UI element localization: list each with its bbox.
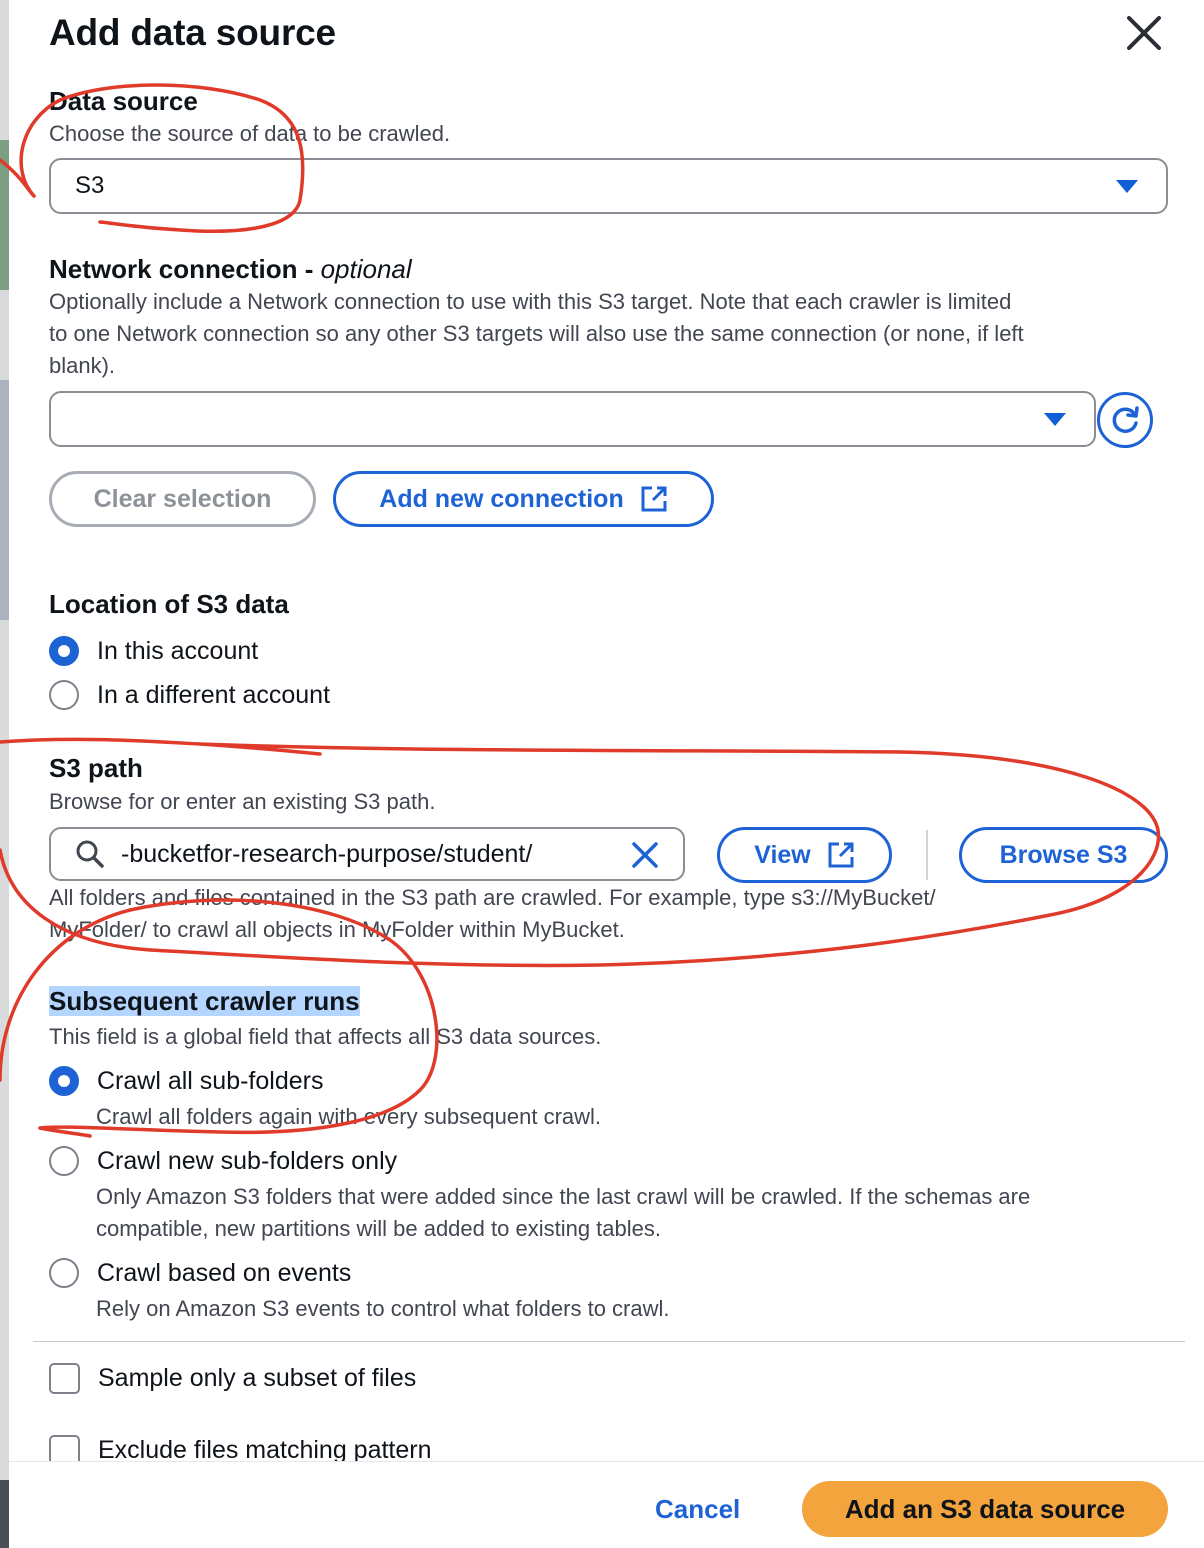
modal-title: Add data source — [49, 12, 336, 53]
radio-label: Crawl new sub-folders only — [97, 1146, 398, 1175]
highlighted-label-text: Subsequent crawler runs — [49, 986, 360, 1016]
data-source-selected-value: S3 — [75, 172, 105, 199]
s3-path-help-line: All folders and files contained in the S… — [49, 885, 936, 910]
radio-sub-description: Crawl all folders again with every subse… — [96, 1104, 602, 1129]
add-data-source-modal: Add data source Data source Choose the s… — [9, 0, 1204, 1548]
radio-label: In a different account — [97, 680, 331, 709]
clear-selection-button[interactable]: Clear selection — [49, 471, 316, 527]
cancel-button[interactable]: Cancel — [655, 1494, 740, 1525]
caret-down-icon — [1044, 413, 1066, 426]
external-link-icon — [641, 486, 667, 512]
browse-s3-button[interactable]: Browse S3 — [959, 827, 1168, 883]
network-description-line: to one Network connection so any other S… — [49, 321, 1024, 346]
close-button[interactable] — [1121, 10, 1167, 56]
radio-label: Crawl all sub-folders — [97, 1066, 324, 1095]
radio-button[interactable] — [49, 680, 79, 710]
s3-path-help-line: MyFolder/ to crawl all objects in MyFold… — [49, 917, 625, 942]
add-new-connection-button[interactable]: Add new connection — [333, 471, 714, 527]
network-description-line: blank). — [49, 353, 116, 378]
radio-sub-description: Only Amazon S3 folders that were added s… — [96, 1184, 1031, 1209]
data-source-label: Data source — [49, 86, 198, 116]
view-button[interactable]: View — [717, 827, 892, 883]
radio-sub-description: Rely on Amazon S3 events to control what… — [96, 1296, 670, 1321]
checkbox-label: Sample only a subset of files — [98, 1364, 417, 1392]
add-new-connection-label: Add new connection — [379, 484, 624, 513]
radio-button-selected[interactable] — [49, 1066, 79, 1096]
caret-down-icon — [1116, 180, 1138, 193]
s3-path-value: -bucketfor-research-purpose/student/ — [121, 839, 533, 868]
radio-crawl-based-on-events[interactable]: Crawl based on events — [49, 1258, 351, 1288]
radio-label: Crawl based on events — [97, 1258, 352, 1287]
network-connection-label: Network connection - optional — [49, 254, 412, 285]
s3-path-label: S3 path — [49, 753, 143, 783]
subsequent-crawler-runs-label: Subsequent crawler runs — [49, 986, 360, 1017]
checkbox-sample-subset[interactable]: Sample only a subset of files — [49, 1363, 416, 1394]
checkbox[interactable] — [49, 1363, 80, 1394]
close-icon — [1127, 16, 1161, 50]
network-label-text: Network connection - — [49, 254, 321, 284]
radio-button[interactable] — [49, 1146, 79, 1176]
radio-in-this-account[interactable]: In this account — [49, 636, 258, 666]
radio-crawl-all-sub-folders[interactable]: Crawl all sub-folders — [49, 1066, 323, 1096]
background-strip-segment — [0, 1480, 9, 1548]
add-s3-data-source-button[interactable]: Add an S3 data source — [802, 1481, 1168, 1537]
background-strip-segment — [0, 380, 9, 620]
radio-button-selected[interactable] — [49, 636, 79, 666]
radio-label: In this account — [97, 636, 259, 665]
location-label: Location of S3 data — [49, 589, 289, 619]
background-strip-segment — [0, 140, 9, 290]
optional-tag: optional — [320, 254, 412, 284]
background-page-strip — [0, 0, 9, 1548]
section-divider — [33, 1341, 1185, 1342]
view-button-label: View — [754, 840, 811, 869]
network-description-line: Optionally include a Network connection … — [49, 289, 1012, 314]
refresh-icon — [1112, 406, 1139, 433]
search-icon — [76, 840, 104, 868]
refresh-button[interactable] — [1097, 392, 1153, 448]
radio-in-different-account[interactable]: In a different account — [49, 680, 330, 710]
modal-footer: Cancel Add an S3 data source — [9, 1461, 1204, 1548]
radio-button[interactable] — [49, 1258, 79, 1288]
subsequent-description: This field is a global field that affect… — [49, 1024, 602, 1049]
s3-path-input[interactable]: -bucketfor-research-purpose/student/ — [49, 827, 685, 881]
s3-path-description: Browse for or enter an existing S3 path. — [49, 789, 436, 814]
data-source-select[interactable]: S3 — [49, 158, 1168, 214]
data-source-description: Choose the source of data to be crawled. — [49, 121, 451, 146]
radio-crawl-new-sub-folders[interactable]: Crawl new sub-folders only — [49, 1146, 397, 1176]
external-link-icon — [828, 842, 854, 868]
radio-sub-description: compatible, new partitions will be added… — [96, 1216, 661, 1241]
clear-input-icon[interactable] — [631, 841, 659, 869]
network-connection-select[interactable] — [49, 391, 1096, 447]
button-divider — [926, 830, 928, 880]
